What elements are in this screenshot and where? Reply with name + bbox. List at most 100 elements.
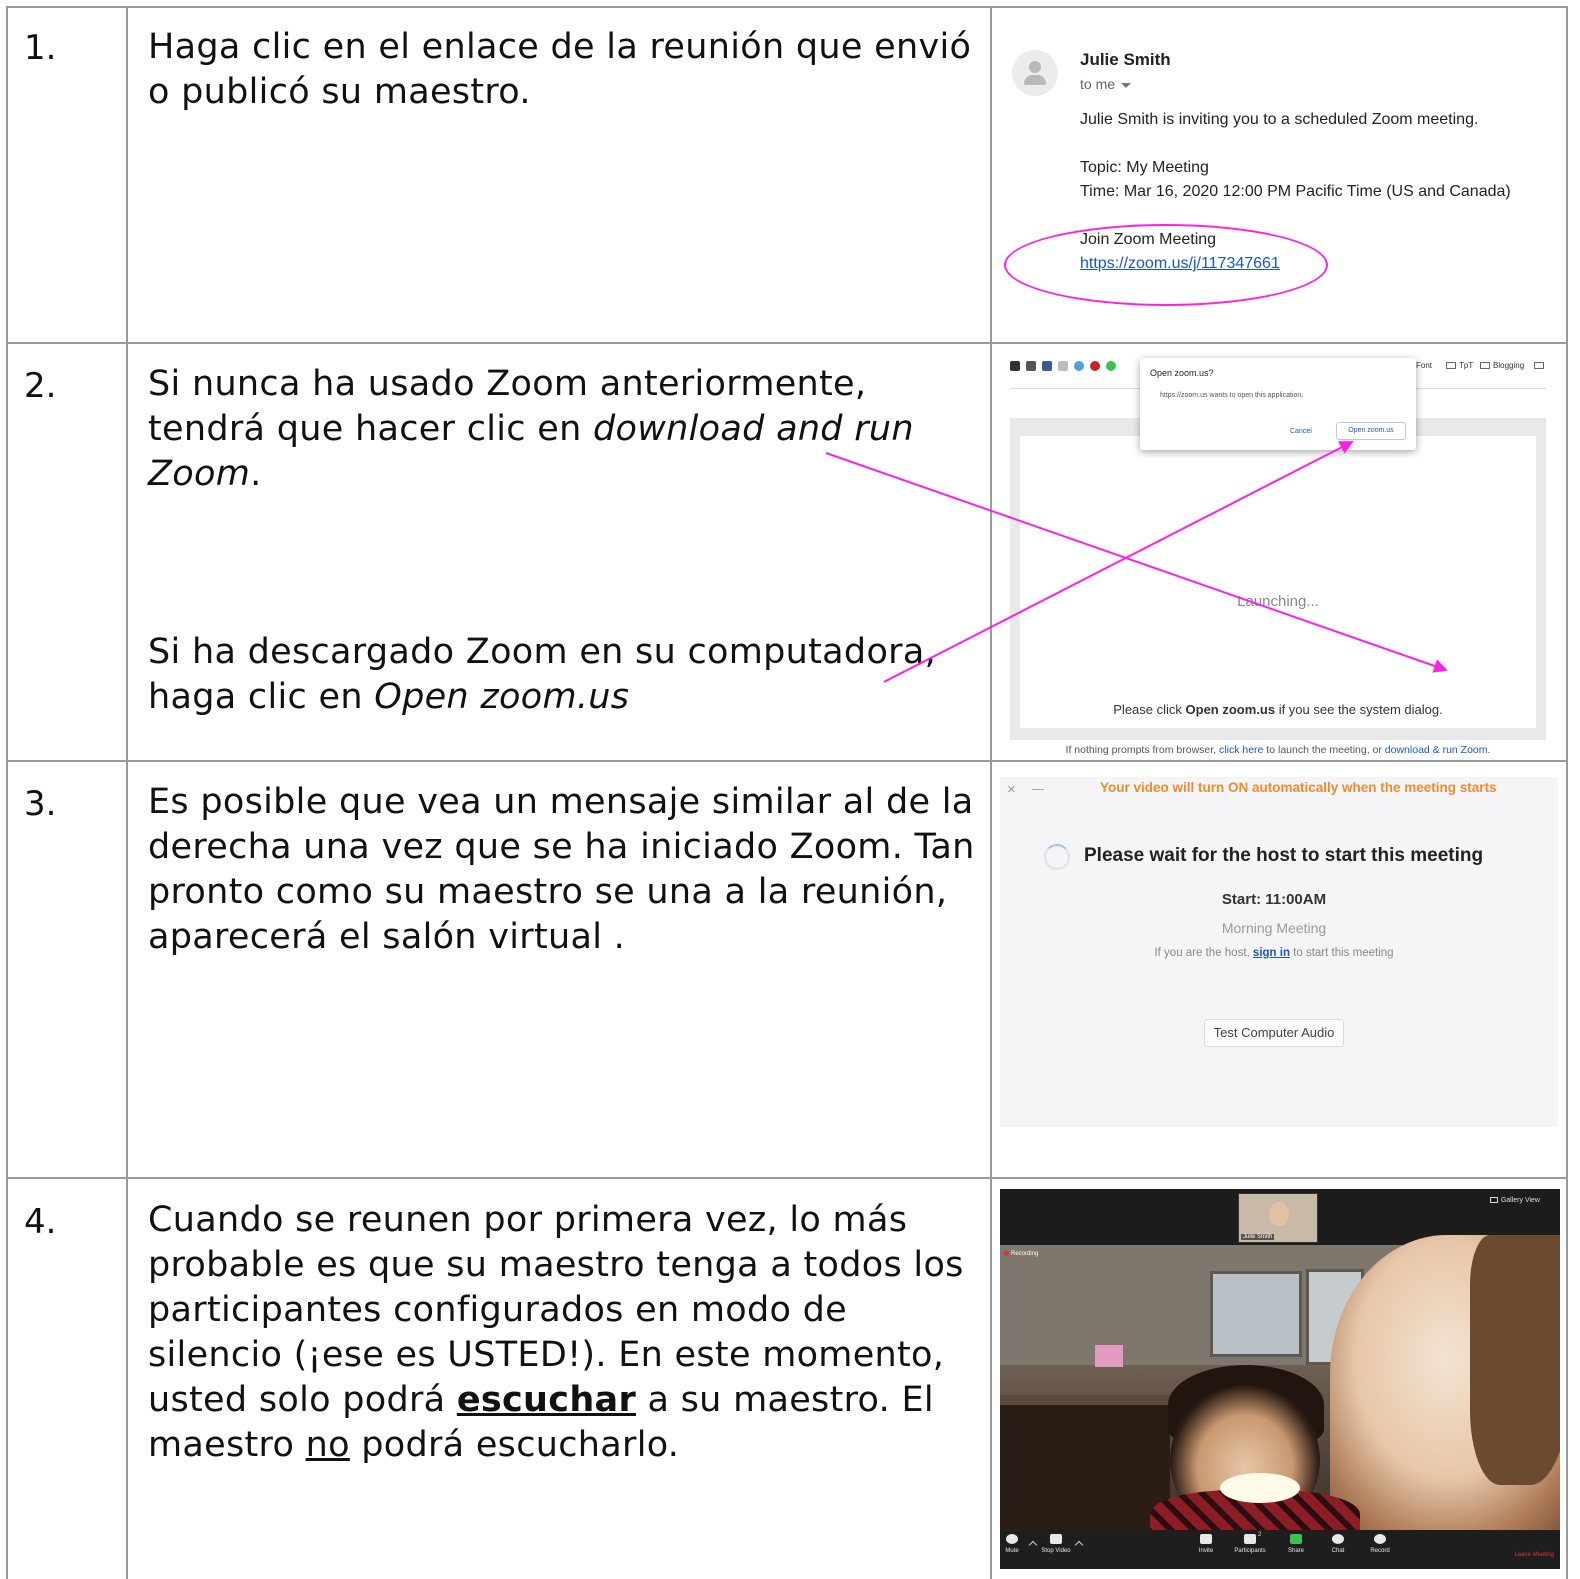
light-glare	[1220, 1473, 1300, 1503]
video-camera-icon	[1050, 1534, 1062, 1544]
launch-page-content	[1020, 436, 1536, 728]
step-4-part-3: podrá escucharlo.	[349, 1425, 680, 1465]
email-recipient[interactable]: to me	[1080, 76, 1132, 92]
folder-icon	[1446, 362, 1456, 370]
chat-label: Chat	[1331, 1548, 1345, 1554]
click-here-link[interactable]: click here	[1219, 744, 1263, 756]
stop-video-button[interactable]: Stop Video	[1036, 1534, 1076, 1554]
facebook-icon	[1042, 361, 1052, 371]
meeting-name: Morning Meeting	[1221, 920, 1327, 936]
bookmark-tpt[interactable]: TpT	[1446, 361, 1473, 370]
table-border-top	[6, 6, 1568, 8]
gallery-view-label: Gallery View	[1500, 1197, 1540, 1204]
video-warning: Your video will turn ON automatically wh…	[1100, 780, 1497, 795]
dialog-title: Open zoom.us?	[1150, 368, 1214, 378]
step-text-2b: Si ha descargado Zoom en su computadora,…	[148, 630, 980, 720]
host-hint-suffix: to start this meeting	[1289, 947, 1394, 959]
host-thumbnail[interactable]: Julie Smith	[1238, 1193, 1318, 1243]
record-button[interactable]: Record	[1360, 1534, 1400, 1554]
share-screen-icon	[1290, 1534, 1302, 1544]
waiting-room-screenshot: × Your video will turn ON automatically …	[1000, 777, 1558, 1127]
microphone-icon	[1006, 1534, 1018, 1544]
chevron-up-icon[interactable]	[1074, 1540, 1084, 1550]
email-sender: Julie Smith	[1080, 50, 1171, 69]
folder-icon	[1534, 362, 1544, 370]
meeting-toolbar: Mute Stop Video Invite Participants 2 Sh…	[1000, 1530, 1560, 1569]
mute-label: Mute	[1005, 1548, 1019, 1554]
room-window	[1210, 1271, 1302, 1357]
close-icon[interactable]: ×	[1007, 781, 1016, 798]
chat-button[interactable]: Chat	[1318, 1534, 1358, 1554]
fallback-prefix: If nothing prompts from browser,	[1065, 744, 1220, 756]
email-topic: Topic: My Meeting	[1080, 159, 1209, 176]
bookmark-blogging[interactable]: Blogging	[1480, 361, 1524, 370]
share-button[interactable]: Share	[1276, 1534, 1316, 1554]
browser-launch-screenshot: Font TpT Blogging Launching... Please cl…	[1000, 350, 1566, 756]
fallback-suffix: .	[1487, 744, 1491, 756]
table-border-right	[1566, 6, 1568, 1579]
table-row-divider-1	[6, 342, 1568, 344]
sign-in-link[interactable]: sign in	[1253, 947, 1290, 959]
step-number-3: 3.	[24, 784, 57, 824]
bookmark-icon	[1026, 361, 1036, 371]
hint-bold: Open zoom.us	[1185, 702, 1276, 717]
participants-button[interactable]: Participants	[1230, 1534, 1270, 1554]
step-number-4: 4.	[24, 1202, 57, 1242]
host-sign-in-hint: If you are the host, sign in to start th…	[1000, 947, 1548, 959]
add-person-icon	[1200, 1534, 1212, 1544]
minimize-icon[interactable]	[1032, 789, 1044, 790]
room-cabinets	[1000, 1405, 1170, 1530]
dialog-open-zoom-button[interactable]: Open zoom.us	[1336, 422, 1406, 440]
step-number-1: 1.	[24, 28, 57, 68]
fallback-middle: to launch the meeting, or	[1263, 744, 1385, 756]
invite-button[interactable]: Invite	[1186, 1534, 1226, 1554]
bookmark-font[interactable]: Font	[1416, 361, 1432, 370]
mute-button[interactable]: Mute	[1000, 1534, 1032, 1554]
launching-text: Launching...	[1237, 593, 1319, 610]
table-column-divider-2	[990, 6, 992, 1579]
host-name-label: Julie Smith	[1241, 1234, 1275, 1240]
hint-suffix: if you see the system dialog.	[1275, 702, 1443, 717]
bookmark-blogging-label: Blogging	[1493, 361, 1525, 370]
table-column-divider-1	[126, 6, 128, 1579]
email-screenshot: Julie Smith to me Julie Smith is invitin…	[1000, 14, 1566, 334]
email-recipient-label: to me	[1080, 76, 1116, 92]
step-text-4: Cuando se reunen por primera vez, lo más…	[148, 1198, 980, 1468]
caret-down-icon	[1121, 82, 1132, 88]
sender-avatar	[1012, 50, 1058, 96]
gallery-grid-icon	[1489, 1197, 1498, 1204]
pinterest-icon	[1090, 361, 1100, 371]
share-label: Share	[1287, 1548, 1304, 1554]
gallery-view-button[interactable]: Gallery View	[1489, 1197, 1540, 1204]
recording-label: Recording	[1011, 1251, 1039, 1258]
room-pink-box	[1095, 1345, 1123, 1367]
loading-spinner-icon	[1044, 844, 1070, 870]
stop-video-label: Stop Video	[1041, 1548, 1071, 1554]
participants-count: 2	[1258, 1532, 1262, 1538]
fallback-hint: If nothing prompts from browser, click h…	[1010, 744, 1546, 756]
step-text-1: Haga clic en el enlace de la reunión que…	[148, 27, 972, 112]
host-face	[1269, 1202, 1289, 1226]
record-dot-icon	[1004, 1251, 1009, 1256]
step-4-emphasis-listen: escuchar	[456, 1380, 637, 1420]
record-icon	[1374, 1534, 1386, 1544]
leave-meeting-button[interactable]: Leave Meeting	[1515, 1552, 1554, 1558]
step-number-2: 2.	[24, 366, 57, 406]
test-computer-audio-button[interactable]: Test Computer Audio	[1204, 1019, 1344, 1047]
hint-prefix: Please click	[1113, 702, 1186, 717]
bookmark-tpt-label: TpT	[1459, 361, 1474, 370]
bookmark-folder[interactable]	[1534, 361, 1547, 370]
step-2b-italic: Open zoom.us	[374, 677, 630, 717]
record-label: Record	[1370, 1548, 1390, 1554]
dialog-message: https://zoom.us wants to open this appli…	[1160, 392, 1304, 399]
bookmark-icon	[1058, 361, 1068, 371]
meeting-start-time: Start: 11:00AM	[1221, 891, 1327, 908]
table-border-left	[6, 6, 8, 1579]
participant-adult-hair	[1470, 1235, 1560, 1485]
download-run-zoom-link[interactable]: download & run Zoom	[1385, 744, 1488, 756]
dialog-cancel-button[interactable]: Cancel	[1290, 428, 1312, 435]
folder-icon	[1480, 362, 1490, 370]
email-time: Time: Mar 16, 2020 12:00 PM Pacific Time…	[1080, 183, 1511, 200]
step-2a-suffix: .	[250, 454, 262, 494]
table-row-divider-2	[6, 760, 1568, 762]
